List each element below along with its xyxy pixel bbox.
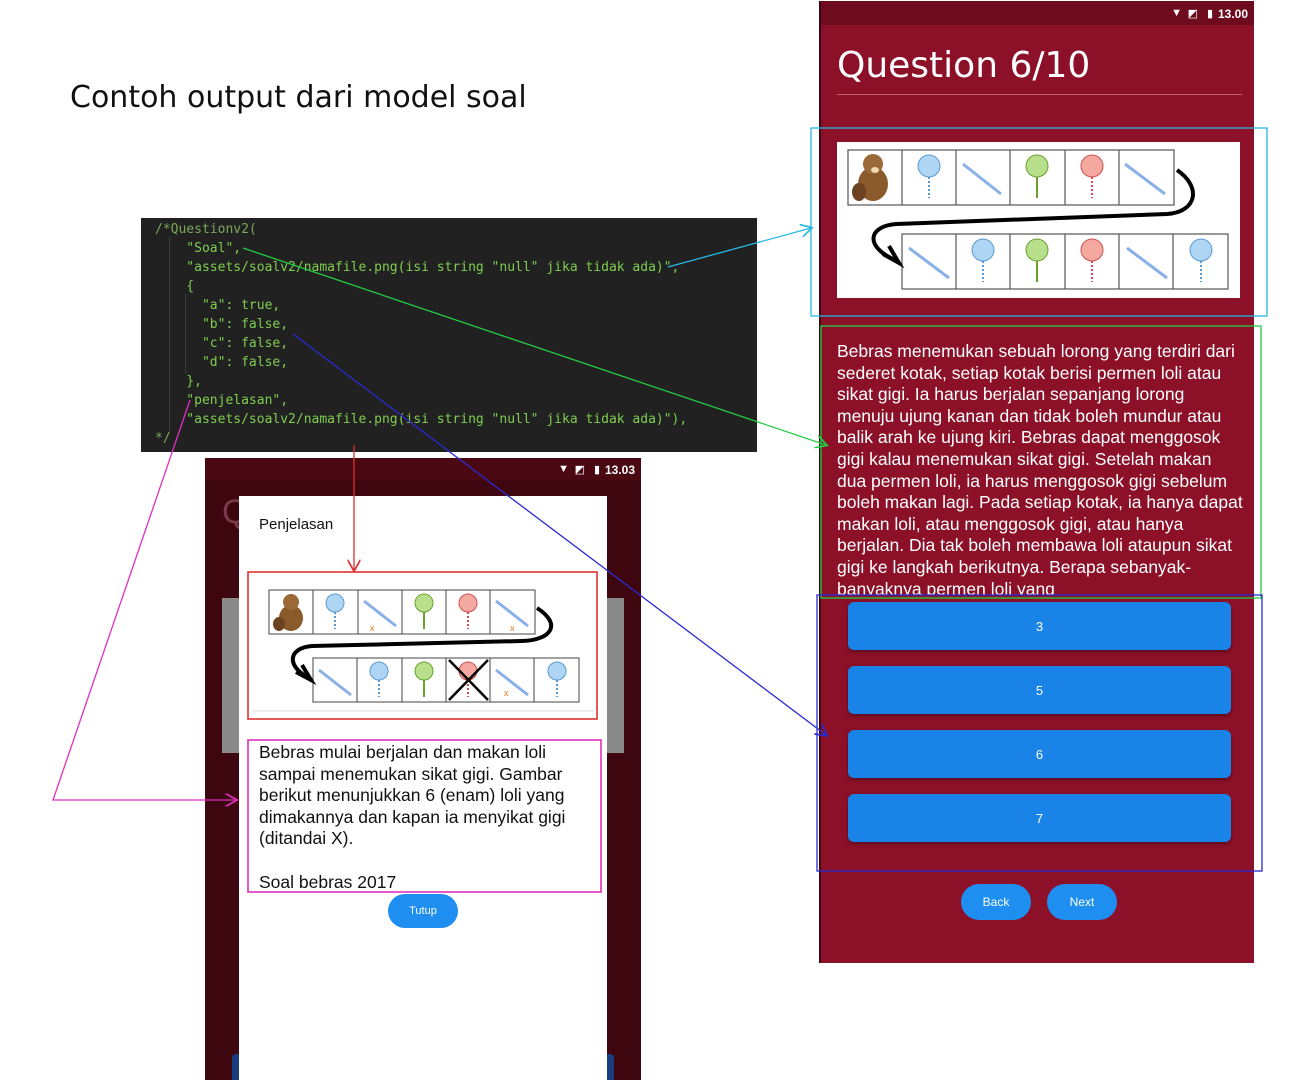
beaver-icon (273, 594, 303, 631)
toothbrush-icon (1126, 246, 1168, 280)
status-bar: ▼ ◩ ▮ 13.03 (205, 458, 641, 480)
code-line: "d": false, (155, 355, 289, 370)
beaver-icon (852, 154, 888, 201)
code-line: "penjelasan", (155, 393, 289, 408)
toothbrush-icon (318, 668, 352, 697)
page-heading: Contoh output dari model soal (70, 80, 527, 115)
x-mark: x (510, 623, 515, 633)
dialog-title: Penjelasan (259, 516, 334, 533)
lollipop-icon (414, 661, 434, 697)
title-divider (837, 94, 1242, 95)
question-title: Question 6/10 (837, 45, 1091, 86)
toothbrush-icon (363, 599, 397, 628)
wifi-icon: ▼ (1171, 7, 1182, 19)
no-signal-icon: ◩ (574, 464, 585, 476)
back-button[interactable]: Back (961, 884, 1031, 920)
status-time: 13.03 (604, 463, 635, 477)
lollipop-icon (917, 154, 941, 198)
no-signal-icon: ◩ (1187, 8, 1198, 20)
answer-option-c[interactable]: 6 (848, 730, 1231, 778)
lollipop-icon (369, 661, 389, 697)
close-button[interactable]: Tutup (388, 894, 458, 928)
toothbrush-icon (495, 668, 529, 697)
status-bar: ▼ ◩ ▮ 13.00 (821, 1, 1254, 25)
lollipop-icon (1025, 238, 1049, 282)
toothbrush-icon (908, 246, 950, 280)
code-panel: /*Questionv2( "Soal", "assets/soalv2/nam… (141, 218, 757, 452)
toothbrush-icon (1124, 162, 1166, 196)
explanation-source: Soal bebras 2017 (259, 871, 397, 892)
code-line: "c": false, (155, 336, 289, 351)
x-mark: x (504, 688, 509, 698)
explanation-screen: ▼ ◩ ▮ 13.03 Q Penjelasan x x x Bebras mu… (205, 458, 641, 1080)
lollipop-icon (1189, 238, 1213, 282)
explanation-dialog: Penjelasan x x x Bebras mulai berjalan d… (239, 496, 607, 1080)
code-line: { (155, 279, 195, 294)
question-text: Bebras menemukan sebuah lorong yang terd… (837, 341, 1243, 595)
lollipop-icon (1080, 238, 1104, 282)
explanation-body: Bebras mulai berjalan dan makan loli sam… (259, 742, 566, 849)
lollipop-icon (325, 593, 345, 629)
explanation-text: Bebras mulai berjalan dan makan loli sam… (259, 742, 589, 893)
lollipop-icon (1080, 154, 1104, 198)
lollipop-icon (971, 238, 995, 282)
code-line: "b": false, (155, 317, 289, 332)
wifi-icon: ▼ (558, 463, 569, 475)
explanation-image: x x x (252, 574, 594, 714)
lollipop-icon (458, 593, 478, 629)
code-line: "a": true, (155, 298, 281, 313)
code-line: /*Questionv2( (155, 222, 257, 237)
answer-option-a[interactable]: 3 (848, 602, 1231, 650)
code-line: }, (155, 374, 202, 389)
code-line: "assets/soalv2/namafile.png(isi string "… (155, 260, 680, 275)
question-image (837, 142, 1240, 298)
question-screen: ▼ ◩ ▮ 13.00 Question 6/10 Bebras menemuk… (819, 1, 1254, 963)
lollipop-icon (547, 661, 567, 697)
x-mark: x (370, 623, 375, 633)
answer-option-d[interactable]: 7 (848, 794, 1231, 842)
code-line: "Soal", (155, 241, 242, 256)
toothbrush-icon (962, 162, 1002, 196)
lollipop-icon (1025, 154, 1049, 198)
battery-icon: ▮ (593, 464, 600, 476)
code-line: "assets/soalv2/namafile.png(isi string "… (155, 412, 688, 427)
code-line: */ (155, 431, 171, 446)
battery-icon: ▮ (1206, 8, 1213, 20)
next-button[interactable]: Next (1047, 884, 1117, 920)
status-time: 13.00 (1217, 7, 1248, 21)
answer-option-b[interactable]: 5 (848, 666, 1231, 714)
lollipop-icon (414, 593, 434, 629)
